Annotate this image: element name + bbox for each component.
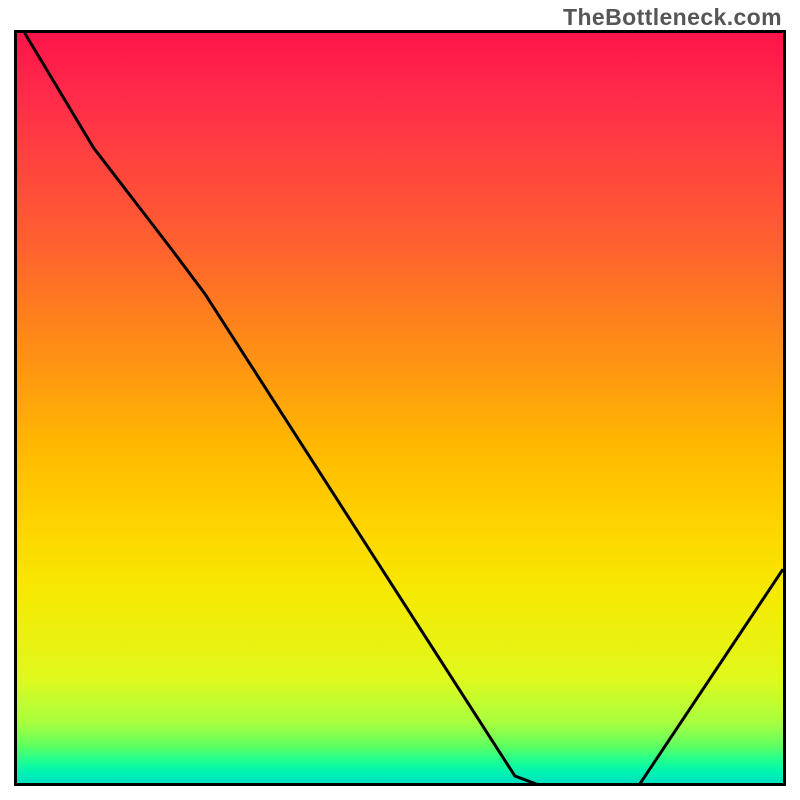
watermark-text: TheBottleneck.com: [563, 4, 782, 31]
bottleneck-curve: [25, 33, 783, 786]
chart-overlay: [17, 33, 783, 786]
chart-frame: [14, 30, 786, 786]
